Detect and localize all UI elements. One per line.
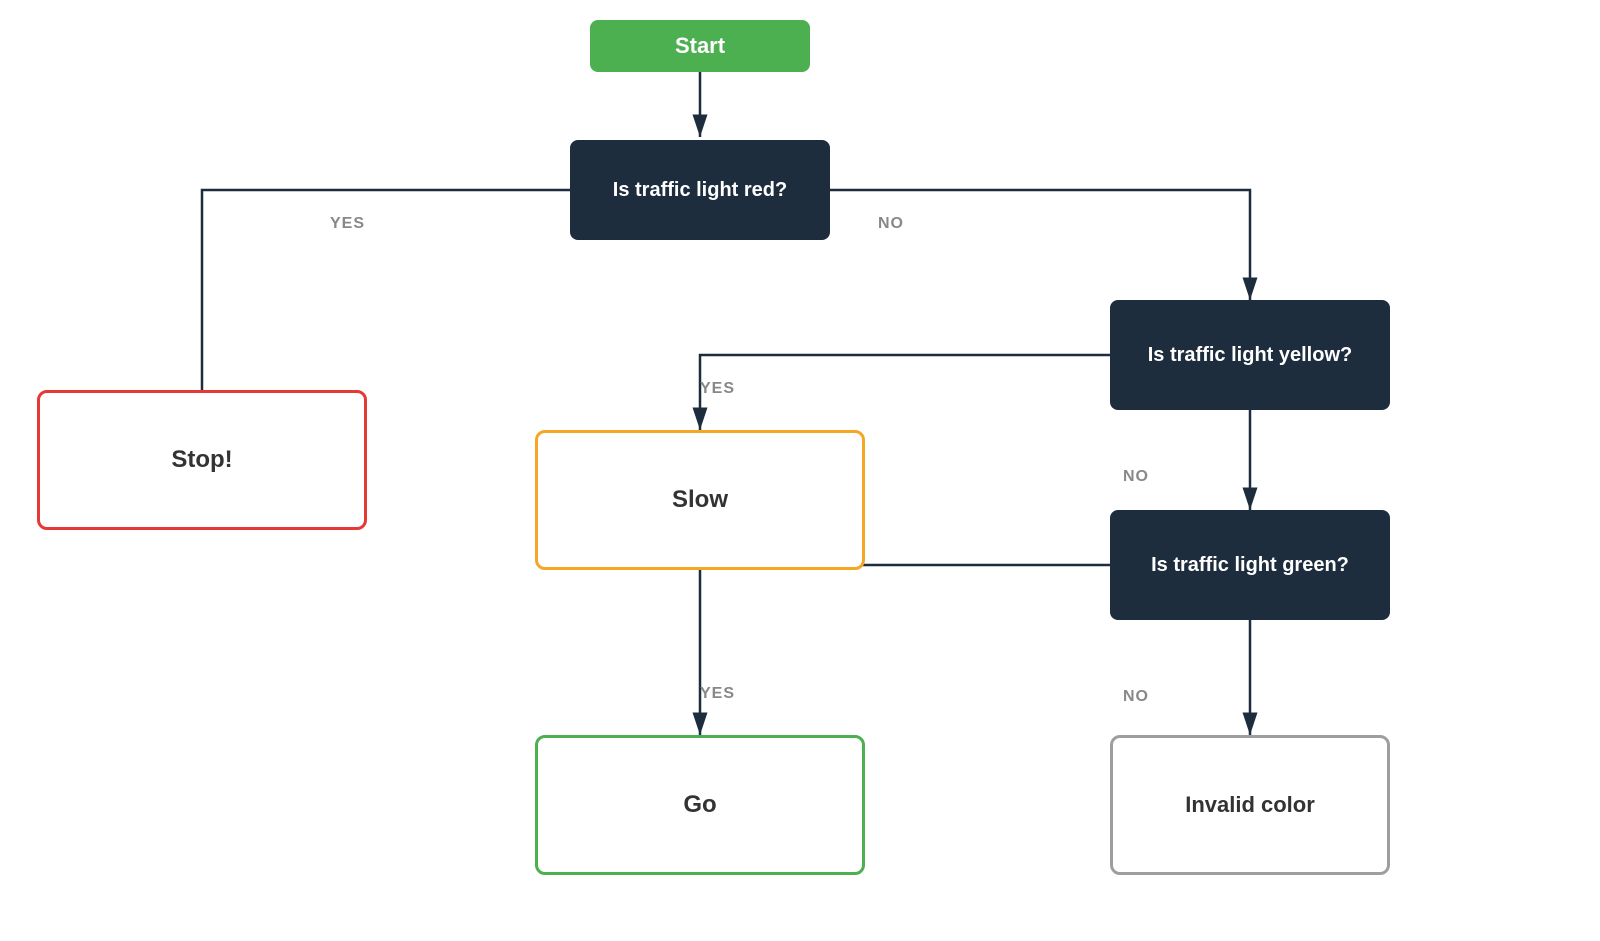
slow-node: Slow <box>535 430 865 570</box>
flowchart-diagram: Start Is traffic light red? Stop! Slow I… <box>0 0 1600 941</box>
stop-node: Stop! <box>37 390 367 530</box>
no-yellow-green-label: NO <box>1123 468 1149 486</box>
yes-mid-label: YES <box>700 380 735 398</box>
start-node: Start <box>590 20 810 72</box>
invalid-node: Invalid color <box>1110 735 1390 875</box>
stop-label: Stop! <box>171 446 232 474</box>
go-label: Go <box>683 791 716 819</box>
is-red-node: Is traffic light red? <box>570 140 830 240</box>
no-green-invalid-label: NO <box>1123 688 1149 706</box>
is-yellow-label: Is traffic light yellow? <box>1148 344 1352 367</box>
is-yellow-node: Is traffic light yellow? <box>1110 300 1390 410</box>
is-red-label: Is traffic light red? <box>613 179 787 202</box>
start-label: Start <box>675 33 725 59</box>
invalid-label: Invalid color <box>1185 792 1315 818</box>
no-right-label: NO <box>878 215 904 233</box>
slow-label: Slow <box>672 486 728 514</box>
go-node: Go <box>535 735 865 875</box>
yes-left-label: YES <box>330 215 365 233</box>
is-green-label: Is traffic light green? <box>1151 554 1349 577</box>
is-green-node: Is traffic light green? <box>1110 510 1390 620</box>
yes-green-go-label: YES <box>700 685 735 703</box>
